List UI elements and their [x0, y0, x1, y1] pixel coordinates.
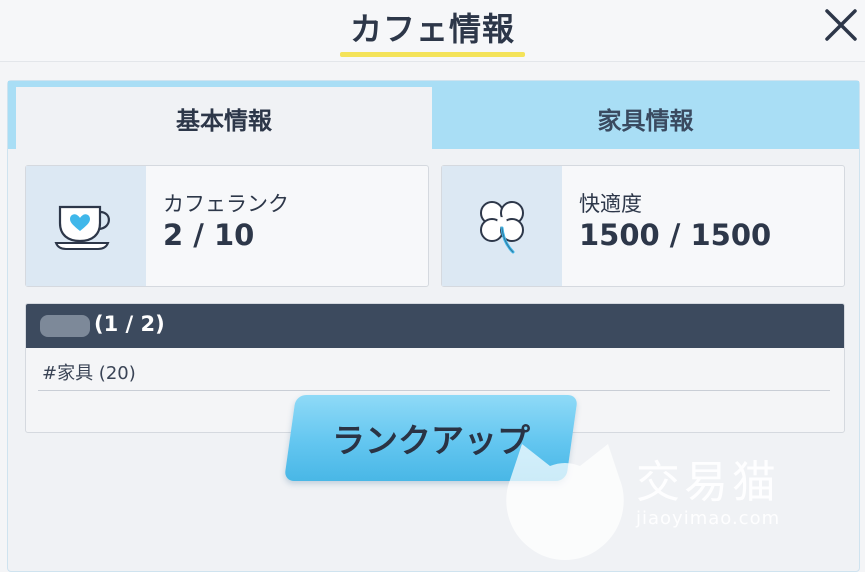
- title-underline: [340, 52, 525, 57]
- blurred-label: [40, 315, 90, 337]
- cafe-rank-label: カフェランク: [163, 192, 289, 216]
- comfort-card: 快適度 1500 / 1500: [441, 165, 845, 287]
- rank-up-label: ランクアップ: [332, 421, 530, 460]
- tab-basic-info[interactable]: 基本情報: [16, 87, 432, 149]
- requirements-header: (1 / 2): [26, 304, 844, 348]
- teacup-heart-icon: [54, 205, 110, 250]
- cafe-rank-icon-box: [26, 166, 146, 286]
- comfort-icon-box: [442, 166, 562, 286]
- requirement-item: #家具 (20): [42, 363, 136, 384]
- page-title: カフェ情報: [349, 10, 515, 48]
- cafe-rank-value: 2 / 10: [163, 218, 255, 252]
- cafe-info-panel: 基本情報 家具情報 カフェランク 2 / 10 快適度 1500 / 1500 …: [7, 80, 860, 572]
- requirements-progress: (1 / 2): [94, 312, 165, 336]
- close-button[interactable]: [818, 2, 864, 48]
- rank-up-button[interactable]: ランクアップ: [283, 395, 579, 481]
- comfort-value: 1500 / 1500: [579, 218, 772, 252]
- tab-bar: 基本情報 家具情報: [8, 81, 859, 149]
- divider: [38, 390, 830, 391]
- close-icon: [825, 9, 857, 41]
- cafe-rank-card: カフェランク 2 / 10: [25, 165, 429, 287]
- clover-icon: [480, 201, 524, 254]
- tab-furniture-info[interactable]: 家具情報: [432, 87, 859, 149]
- header: カフェ情報: [0, 0, 865, 62]
- comfort-label: 快適度: [579, 192, 642, 216]
